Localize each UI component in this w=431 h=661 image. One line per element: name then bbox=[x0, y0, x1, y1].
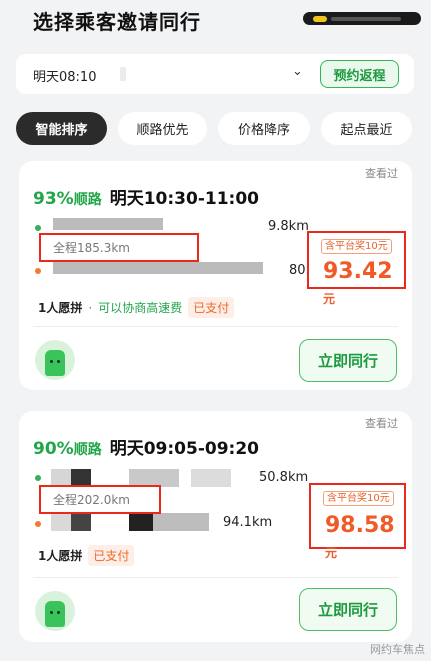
platform-award-badge: 含平台奖10元 bbox=[323, 491, 394, 506]
tags-row: 1人愿拼 已支付 bbox=[38, 545, 135, 566]
blurred-end-address bbox=[153, 513, 209, 531]
blurred-start-address bbox=[53, 218, 163, 230]
match-percent: 93% bbox=[33, 189, 74, 209]
divider bbox=[33, 326, 398, 327]
blurred-end-address bbox=[129, 513, 153, 531]
total-distance: 全程185.3km bbox=[39, 233, 199, 262]
page-title: 选择乘客邀请同行 bbox=[33, 10, 201, 34]
tab-price-desc[interactable]: 价格降序 bbox=[218, 112, 310, 145]
watermark: 网约车焦点 bbox=[370, 643, 425, 656]
time-window: 明天10:30-11:00 bbox=[109, 189, 259, 209]
tab-route-first[interactable]: 顺路优先 bbox=[118, 112, 207, 145]
passenger-card[interactable]: 查看过 90%顺路 明天09:05-09:20 50.8km 94.1km 全程2… bbox=[19, 411, 412, 642]
match-header: 90%顺路 明天09:05-09:20 bbox=[33, 434, 259, 459]
tab-smart-sort[interactable]: 智能排序 bbox=[16, 112, 107, 145]
time-window: 明天09:05-09:20 bbox=[109, 439, 259, 459]
pool-tag: 1人愿拼 bbox=[38, 301, 83, 315]
seen-label: 查看过 bbox=[365, 417, 398, 430]
departure-time: 明天08:10 bbox=[33, 70, 97, 85]
price-box: 含平台奖10元 93.42元 bbox=[307, 231, 406, 306]
end-distance: 94.1km bbox=[223, 515, 273, 530]
platform-award-badge: 含平台奖10元 bbox=[321, 239, 392, 254]
brand-badge bbox=[303, 12, 421, 25]
book-return-button[interactable]: 预约返程 bbox=[320, 60, 399, 88]
divider bbox=[33, 577, 398, 578]
avatar[interactable] bbox=[35, 591, 75, 631]
price: 98.58元 bbox=[325, 513, 395, 560]
sort-tabs: 智能排序 顺路优先 价格降序 起点最近 bbox=[16, 112, 412, 145]
blurred-text bbox=[120, 67, 126, 81]
start-dot bbox=[35, 225, 41, 231]
start-distance: 50.8km bbox=[259, 470, 309, 485]
start-dot bbox=[35, 475, 41, 481]
join-now-button[interactable]: 立即同行 bbox=[299, 339, 397, 382]
join-now-button[interactable]: 立即同行 bbox=[299, 588, 397, 631]
chevron-down-icon[interactable]: ⌄ bbox=[292, 64, 303, 79]
blurred-end-address bbox=[71, 513, 91, 531]
tab-nearest-start[interactable]: 起点最近 bbox=[321, 112, 412, 145]
passenger-card[interactable]: 查看过 93%顺路明天10:30-11:00 9.8km 80.1km 全程18… bbox=[19, 161, 412, 390]
highway-tag: 可以协商高速费 bbox=[98, 301, 183, 315]
price: 93.42元 bbox=[323, 259, 393, 306]
price-box: 含平台奖10元 98.58元 bbox=[309, 483, 406, 560]
departure-time-bar[interactable]: 明天08:10 ⌄ 预约返程 bbox=[16, 54, 414, 94]
pool-tag: 1人愿拼 bbox=[38, 549, 83, 563]
paid-tag: 已支付 bbox=[88, 545, 135, 566]
tags-row: 1人愿拼 · 可以协商高速费 已支付 bbox=[38, 297, 235, 318]
match-percent: 90% bbox=[33, 439, 74, 459]
avatar[interactable] bbox=[35, 340, 75, 380]
blurred-start-address bbox=[191, 469, 231, 487]
end-dot bbox=[35, 521, 41, 527]
match-suffix: 顺路 bbox=[73, 192, 102, 208]
match-suffix: 顺路 bbox=[73, 442, 102, 458]
end-dot bbox=[35, 268, 41, 274]
seen-label: 查看过 bbox=[365, 167, 398, 180]
match-header: 93%顺路 明天10:30-11:00 bbox=[33, 184, 259, 209]
blurred-end-address bbox=[53, 262, 263, 274]
start-distance: 9.8km bbox=[268, 219, 309, 234]
paid-tag: 已支付 bbox=[188, 297, 235, 318]
total-distance: 全程202.0km bbox=[39, 485, 161, 514]
